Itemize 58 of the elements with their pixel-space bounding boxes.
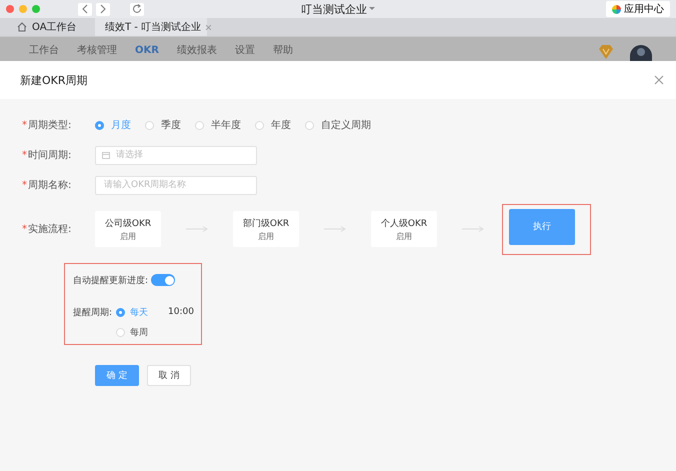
toggle-label: 自动提醒更新进度: — [73, 274, 148, 286]
form-label: *实施流程: — [22, 222, 72, 236]
cancel-button[interactable]: 取 消 — [147, 365, 191, 386]
date-field[interactable]: 请选择 — [95, 146, 257, 164]
reload-icon — [132, 4, 142, 14]
radio-button[interactable] — [116, 308, 126, 316]
close-window-icon[interactable] — [6, 5, 14, 13]
radio-option[interactable]: 自定义周期 — [305, 118, 371, 132]
nav-item[interactable]: 绩效报表 — [168, 41, 226, 61]
home-icon — [17, 22, 27, 32]
step-title: 部门级OKR — [242, 218, 290, 230]
step-title: 个人级OKR — [380, 218, 428, 230]
chevron-left-icon — [81, 4, 89, 14]
step-status: 启用 — [396, 230, 412, 242]
window-title: 叮当测试企业 — [301, 2, 367, 16]
nav-item[interactable]: 帮助 — [264, 41, 302, 61]
nav-item[interactable]: 考核管理 — [68, 41, 126, 61]
nav-item[interactable]: OKR — [126, 41, 168, 61]
arrow-icon — [462, 226, 484, 232]
toggle-switch[interactable] — [151, 274, 176, 286]
pinwheel-icon — [612, 4, 621, 14]
form-label: *周期名称: — [22, 178, 72, 192]
forward-button[interactable] — [96, 2, 110, 16]
form-label: *周期类型: — [22, 118, 72, 132]
radio-option[interactable]: 月度 — [95, 118, 131, 132]
chevron-right-icon — [99, 4, 107, 14]
radio-option[interactable]: 半年度 — [195, 118, 241, 132]
close-tab-icon[interactable] — [206, 24, 212, 30]
radio-option[interactable]: 每天 — [116, 306, 148, 318]
confirm-button[interactable]: 确 定 — [95, 365, 139, 386]
arrow-icon — [324, 226, 346, 232]
avatar-icon[interactable] — [630, 45, 652, 61]
execute-button[interactable]: 执行 — [509, 208, 575, 244]
caret-icon[interactable] — [369, 7, 375, 11]
name-field[interactable]: 请输入OKR周期名称 — [95, 176, 257, 194]
calendar-icon — [102, 150, 110, 158]
radio-option[interactable]: 每周 — [116, 326, 148, 338]
arrow-icon — [186, 226, 208, 232]
minimize-window-icon[interactable] — [19, 5, 27, 13]
browser-tab[interactable]: OA工作台 — [0, 18, 95, 36]
radio-button[interactable] — [95, 120, 104, 130]
radio-option[interactable]: 年度 — [255, 118, 291, 132]
back-button[interactable] — [78, 2, 92, 16]
reminder-time: 10:00 — [168, 307, 194, 317]
step-status: 启用 — [120, 230, 136, 242]
diamond-icon[interactable] — [598, 45, 614, 59]
step-status: 启用 — [258, 230, 274, 242]
zoom-window-icon[interactable] — [32, 5, 40, 13]
nav-item[interactable]: 设置 — [226, 41, 264, 61]
dialog-title: 新建OKR周期 — [20, 72, 88, 88]
radio-option[interactable]: 季度 — [145, 118, 181, 132]
step-title: 公司级OKR — [104, 218, 152, 230]
reload-button[interactable] — [130, 2, 144, 16]
nav-item[interactable]: 工作台 — [20, 41, 68, 61]
form-label: *时间周期: — [22, 148, 72, 162]
close-icon[interactable] — [654, 75, 664, 85]
app-center-button[interactable]: 应用中心 — [606, 1, 670, 17]
form-label: 提醒周期: — [73, 306, 112, 320]
